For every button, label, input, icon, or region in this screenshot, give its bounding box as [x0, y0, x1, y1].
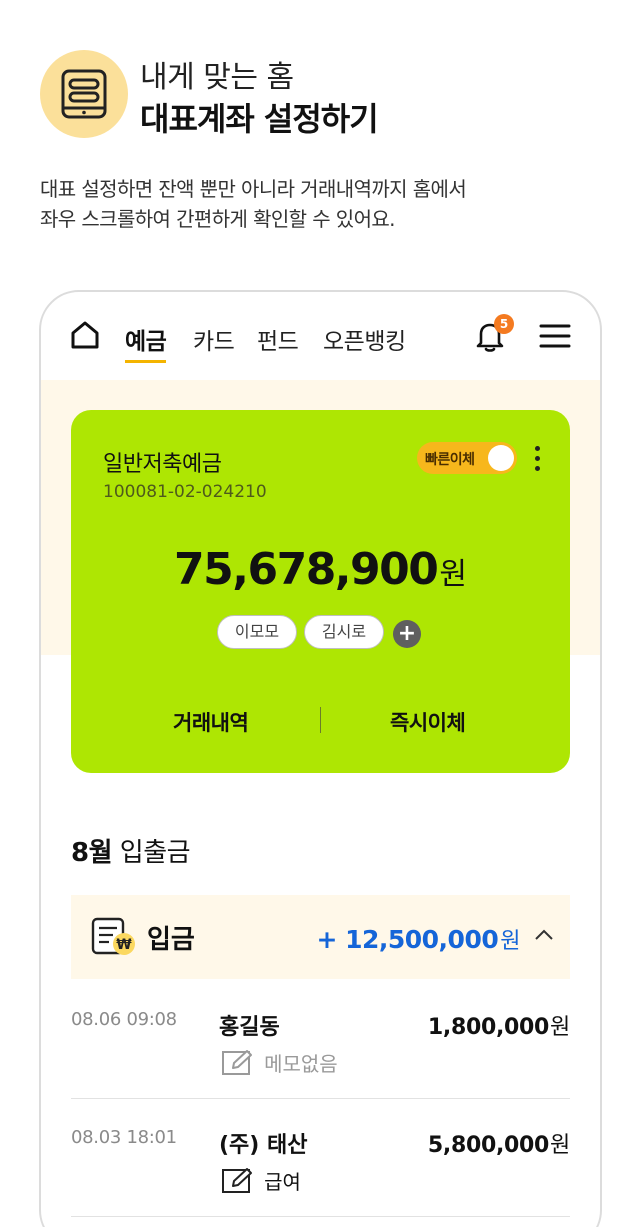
transaction-time: 08.03 18:01	[71, 1127, 177, 1148]
toggle-knob	[488, 445, 514, 471]
memo-text: 급여	[264, 1170, 301, 1194]
deposit-total-unit: 원	[500, 929, 520, 954]
tab-deposit[interactable]: 예금	[125, 322, 167, 363]
transaction-counterparty: 홍길동	[219, 1015, 280, 1040]
more-options-icon[interactable]	[533, 446, 541, 474]
deposit-label: 입금	[147, 925, 195, 955]
description-line: 좌우 스크롤하여 간편하게 확인할 수 있어요.	[40, 207, 396, 231]
chevron-up-icon[interactable]	[534, 929, 554, 941]
transaction-time: 08.06 09:08	[71, 1009, 177, 1030]
memo-button[interactable]: 급여	[221, 1166, 301, 1194]
account-tag[interactable]: 이모모	[217, 615, 297, 649]
amount-value: 1,800,000	[427, 1015, 550, 1040]
deposit-total: + 12,500,000원	[316, 923, 520, 955]
tab-card[interactable]: 카드	[193, 322, 235, 356]
balance-amount: 75,678,900	[174, 544, 439, 595]
tab-open-banking[interactable]: 오픈뱅킹	[323, 322, 406, 356]
phone-screen: 예금 카드 펀드 오픈뱅킹 5 일반저축예금 100081-02-024210 …	[39, 290, 602, 1227]
feature-title: 대표계좌 설정하기	[140, 100, 379, 138]
deposit-summary-header[interactable]: ₩ 입금 + 12,500,000원	[71, 895, 570, 979]
account-number: 100081-02-024210	[103, 482, 267, 502]
transaction-amount: 1,800,000원	[428, 1009, 570, 1041]
hamburger-menu-icon[interactable]	[539, 323, 571, 349]
quick-transfer-toggle[interactable]: 빠른이체	[417, 442, 517, 474]
feature-description: 대표 설정하면 잔액 뿐만 아니라 거래내역까지 홈에서 좌우 스크롤하여 간편…	[40, 174, 600, 234]
quick-transfer-label: 빠른이체	[425, 452, 475, 468]
svg-text:₩: ₩	[116, 937, 132, 953]
balance-unit: 원	[439, 557, 467, 592]
feature-header: 내게 맞는 홈 대표계좌 설정하기	[40, 50, 600, 140]
edit-memo-icon	[222, 1049, 252, 1075]
transaction-history-button[interactable]: 거래내역	[173, 707, 249, 737]
amount-unit: 원	[550, 1015, 570, 1040]
tab-fund[interactable]: 펀드	[257, 322, 299, 356]
monthly-section-title: 8월 입출금	[71, 832, 191, 869]
feature-subtitle: 내게 맞는 홈	[140, 60, 294, 95]
account-tag[interactable]: 김시로	[304, 615, 384, 649]
memo-text: 메모없음	[264, 1052, 338, 1076]
transaction-amount: 5,800,000원	[428, 1127, 570, 1159]
transaction-row[interactable]: 08.03 18:01 (주) 태산 5,800,000원 급여	[71, 1099, 570, 1217]
transaction-row[interactable]: 08.06 09:08 홍길동 1,800,000원 메모없음	[71, 981, 570, 1099]
instant-transfer-button[interactable]: 즉시이체	[390, 707, 466, 737]
account-name: 일반저축예금	[103, 452, 222, 477]
amount-unit: 원	[550, 1133, 570, 1158]
notification-badge: 5	[494, 314, 514, 334]
add-tag-button[interactable]: +	[393, 620, 421, 648]
memo-button[interactable]: 메모없음	[221, 1048, 338, 1076]
card-list-icon	[40, 50, 128, 138]
divider	[320, 707, 321, 733]
account-balance: 75,678,900원	[71, 544, 570, 595]
transaction-counterparty: (주) 태산	[219, 1133, 308, 1158]
deposit-document-icon: ₩	[91, 917, 135, 955]
account-card[interactable]: 일반저축예금 100081-02-024210 빠른이체 75,678,900원…	[71, 410, 570, 773]
top-navigation: 예금 카드 펀드 오픈뱅킹 5	[41, 292, 600, 380]
edit-memo-icon	[222, 1167, 252, 1193]
description-line: 대표 설정하면 잔액 뿐만 아니라 거래내역까지 홈에서	[40, 177, 467, 201]
home-icon[interactable]	[70, 321, 100, 349]
deposit-total-amount: + 12,500,000	[316, 925, 499, 954]
section-label: 입출금	[119, 838, 191, 868]
amount-value: 5,800,000	[427, 1133, 550, 1158]
month-label: 8월	[71, 838, 113, 868]
